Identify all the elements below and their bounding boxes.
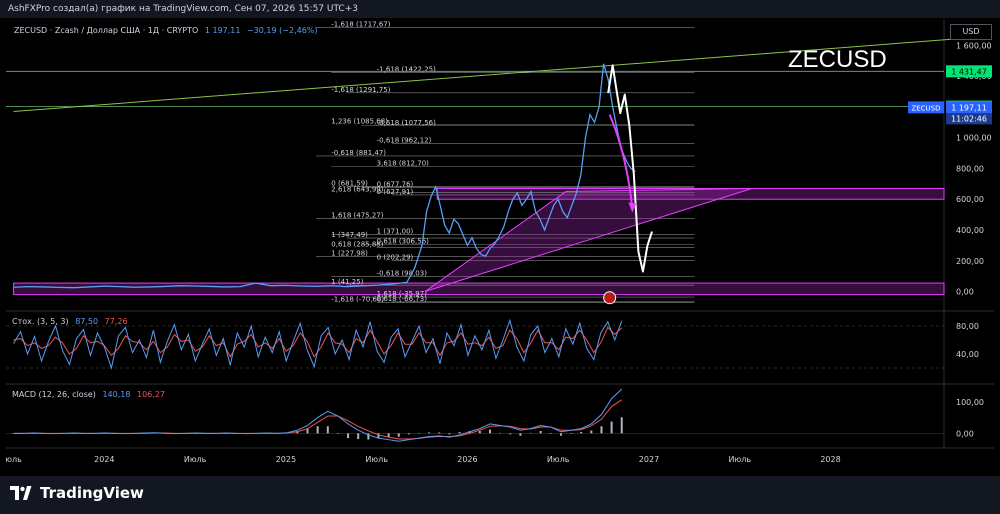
symbol-legend[interactable]: ZECUSD · Zcash / Доллар США · 1Д · CRYPT… <box>14 26 318 35</box>
macd-histogram-bar <box>397 433 400 437</box>
macd-histogram-bar <box>539 431 542 434</box>
time-axis-tick: юль <box>6 455 22 464</box>
price-axis-tick: 400,00 <box>956 226 984 235</box>
time-axis-tick: 2025 <box>276 455 296 464</box>
fib-level-label: 0,618 (285,88) <box>331 241 383 249</box>
fib-level-label: 0 (627,91) <box>377 188 414 196</box>
big-title: ZECUSD <box>788 46 887 73</box>
macd-histogram-bar <box>326 426 329 434</box>
macd-histogram-bar <box>590 430 593 434</box>
macd-histogram-bar <box>570 433 573 434</box>
time-axis-tick: 2028 <box>820 455 840 464</box>
macd-histogram-bar <box>357 433 360 440</box>
macd-value: 140,18 <box>102 390 131 399</box>
fib-level-label: 0,618 (-66,73) <box>377 295 428 303</box>
macd-histogram-bar <box>620 417 623 434</box>
macd-histogram-bar <box>458 431 461 434</box>
stoch-label: Стох. (3, 5, 3) <box>12 317 69 326</box>
fib-level-label: 1 (347,49) <box>331 231 368 239</box>
macd-histogram-bar <box>428 432 431 434</box>
chart-area[interactable]: -1,618 (1717,67) -1,618 (1422,25) -1,618 (… <box>5 20 994 475</box>
macd-axis-tick: 0,00 <box>956 429 974 438</box>
fib-level-label: 0,618 (306,56) <box>377 237 429 245</box>
macd-histogram-bar <box>610 421 613 434</box>
macd-histogram-bar <box>336 433 339 434</box>
time-axis-tick: Июль <box>547 455 570 464</box>
time-axis-tick: 2027 <box>639 455 659 464</box>
time-axis-tick: 2024 <box>94 455 114 464</box>
symbol-tag-label: ZECUSD <box>911 104 940 112</box>
price-axis-tick: 200,00 <box>956 257 984 266</box>
macd-histogram-bar <box>478 431 481 434</box>
fib-level-label: 3,618 (812,70) <box>377 160 429 168</box>
fib-level-label: 1,236 (1085,68) <box>331 118 388 126</box>
stoch-d-value: 77,26 <box>104 317 128 326</box>
macd-label: MACD (12, 26, close) <box>12 390 96 399</box>
projection-path[interactable] <box>607 64 653 273</box>
macd-histogram-bar <box>347 433 350 439</box>
macd-histogram-bar <box>529 432 532 434</box>
price-axis-tick: 1 000,00 <box>956 134 992 143</box>
fib-level-label: 1 (227,98) <box>331 249 368 257</box>
price-axis-tick: 1 600,00 <box>956 41 992 50</box>
tradingview-brand: TradingView <box>40 484 144 502</box>
countdown-tag-label: 11:02:46 <box>951 114 987 123</box>
fib-level-label: -0,618 (962,12) <box>377 137 432 145</box>
macd-histogram-bar <box>488 429 491 434</box>
macd-legend[interactable]: MACD (12, 26, close) 140,18 106,27 <box>12 390 165 399</box>
attribution-bar: AshFXPro создал(а) график на TradingView… <box>0 0 1000 18</box>
stoch-axis-tick: 80,00 <box>956 322 979 331</box>
symbol-change: −30,19 (−2,46%) <box>247 26 318 35</box>
price-axis-tick: 0,00 <box>956 288 974 297</box>
symbol-description: ZECUSD · Zcash / Доллар США · 1Д · CRYPT… <box>14 26 199 35</box>
attribution-text: AshFXPro создал(а) график на TradingView… <box>8 4 358 14</box>
event-marker-icon[interactable] <box>603 291 617 305</box>
macd-histogram-bar <box>580 431 583 434</box>
macd-histogram-bar <box>509 433 512 435</box>
currency-button[interactable]: USD <box>950 24 992 40</box>
fib-level-label: -0,618 (881,47) <box>331 149 386 157</box>
macd-histogram-bar <box>549 433 552 434</box>
fib-level-label: 0 (202,29) <box>377 253 414 261</box>
stoch-axis-tick: 40,00 <box>956 350 979 359</box>
macd-histogram-bar <box>316 426 319 434</box>
fib-level-label: -1,618 (1291,75) <box>331 86 390 94</box>
macd-histogram-bar <box>407 433 410 435</box>
footer-bar: TradingView <box>0 476 1000 514</box>
time-axis-tick: Июль <box>365 455 388 464</box>
macd-histogram-bar <box>600 426 603 434</box>
green-price-tag-label: 1 431,47 <box>951 67 987 76</box>
stoch-k-value: 87,50 <box>75 317 99 326</box>
macd-histogram-bar <box>499 432 502 434</box>
macd-histogram-bar <box>418 432 421 434</box>
tradingview-logo-icon <box>10 486 32 500</box>
fib-level-label: 1,618 (475,27) <box>331 211 383 219</box>
time-axis-tick: Июль <box>184 455 207 464</box>
macd-axis-tick: 100,00 <box>956 398 984 407</box>
time-axis-tick: Июль <box>728 455 751 464</box>
macd-histogram-bar <box>559 433 562 436</box>
price-axis-tick: 600,00 <box>956 195 984 204</box>
chart-svg[interactable]: -1,618 (1717,67) -1,618 (1422,25) -1,618 (… <box>5 20 994 475</box>
macd-histogram-bar <box>448 433 451 435</box>
price-axis-tick: 800,00 <box>956 164 984 173</box>
stoch-legend[interactable]: Стох. (3, 5, 3) 87,50 77,26 <box>12 317 128 326</box>
macd-histogram-bar <box>438 432 441 434</box>
macd-signal-value: 106,27 <box>137 390 165 399</box>
time-axis-tick: 2026 <box>457 455 477 464</box>
fib-level-label: 1 (371,00) <box>377 227 414 235</box>
symbol-price: 1 197,11 <box>204 26 241 35</box>
current-price-tag-label: 1 197,11 <box>951 103 987 112</box>
zone-base[interactable] <box>13 282 945 296</box>
stoch-k-line[interactable] <box>13 318 623 370</box>
fib-level-label: -1,618 (1717,67) <box>331 20 390 28</box>
fib-level-label: -1,618 (1422,25) <box>377 66 436 74</box>
tradingview-logo[interactable]: TradingView <box>10 484 144 502</box>
triangle-pattern[interactable] <box>424 187 753 293</box>
macd-histogram-bar <box>519 433 522 436</box>
fib-level-label: -0,618 (98,03) <box>377 269 428 277</box>
fib-level-label: 1 (41,25) <box>331 278 363 286</box>
